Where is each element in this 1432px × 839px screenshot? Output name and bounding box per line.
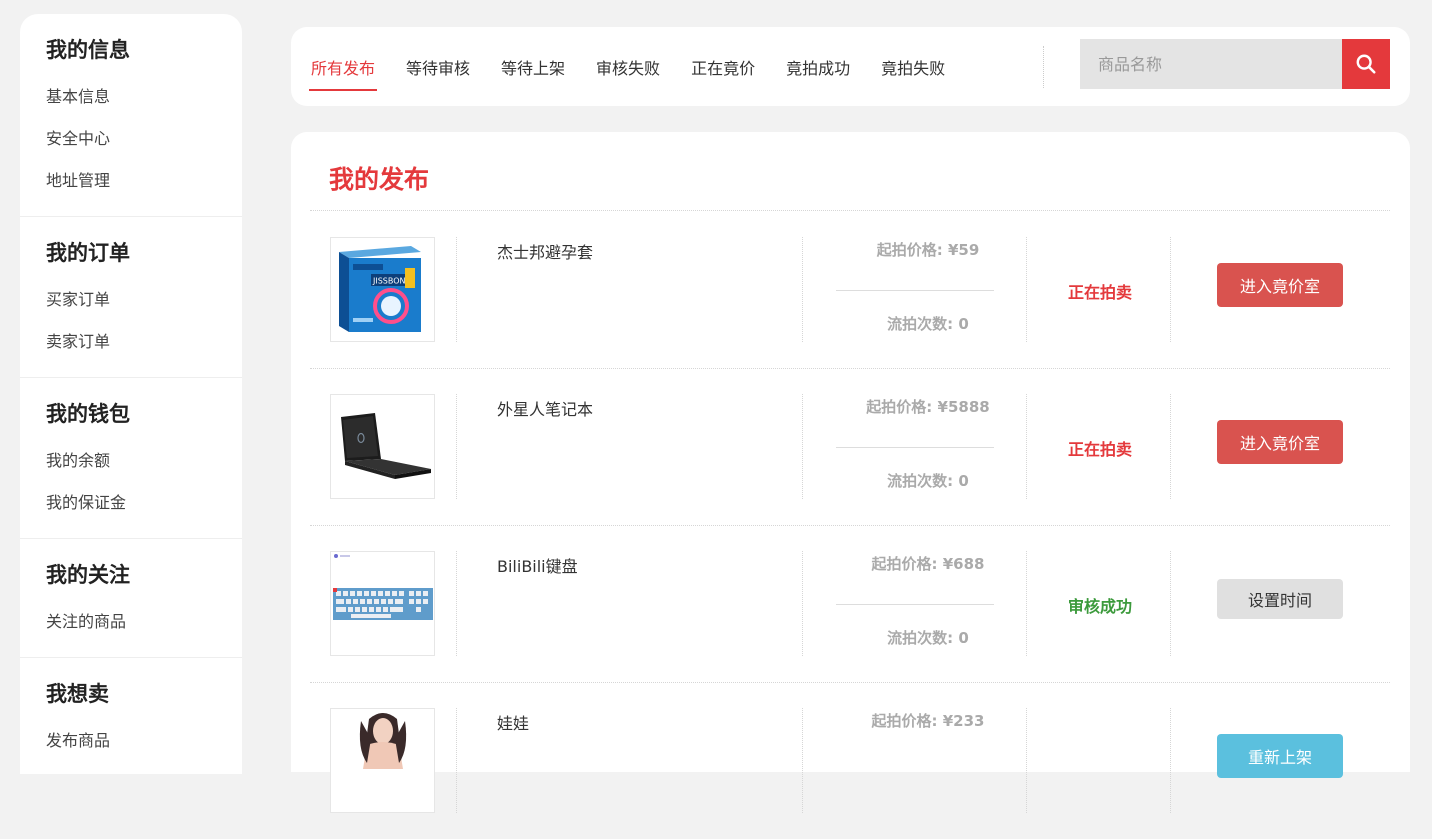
sidebar-group-orders: 我的订单 买家订单 卖家订单: [20, 217, 242, 378]
sidebar: 我的信息 基本信息 安全中心 地址管理 我的订单 买家订单 卖家订单 我的钱包 …: [20, 14, 242, 774]
search-input[interactable]: [1080, 39, 1342, 89]
tab-pending-listing[interactable]: 等待上架: [501, 51, 565, 83]
product-thumbnail[interactable]: JISSBON: [330, 237, 435, 342]
sidebar-group-title: 我的关注: [46, 563, 130, 587]
sidebar-group-title: 我想卖: [46, 682, 109, 706]
divider: [1170, 237, 1171, 342]
laptop-image: [341, 413, 431, 479]
tab-auction-failed[interactable]: 竟拍失败: [881, 51, 945, 83]
divider: [1043, 46, 1044, 88]
sidebar-group-sell: 我想卖 发布商品: [20, 658, 242, 776]
sidebar-group-title: 我的订单: [46, 241, 130, 265]
product-thumbnail[interactable]: [330, 551, 435, 656]
tab-pending-review[interactable]: 等待审核: [406, 51, 470, 83]
divider: [836, 604, 994, 605]
sidebar-item-followed-products[interactable]: 关注的商品: [46, 601, 216, 643]
tab-auction-success[interactable]: 竟拍成功: [786, 51, 850, 83]
sidebar-group-info: 我的信息 基本信息 安全中心 地址管理: [20, 14, 242, 217]
product-row: 外星人笔记本 起拍价格: ¥5888 流拍次数: 0 正在拍卖 进入竟价室: [310, 368, 1390, 526]
enter-bidding-room-button[interactable]: 进入竟价室: [1217, 263, 1343, 307]
my-publish-panel: 我的发布 JISSBON 杰士邦避孕套 起拍价格: ¥59 流拍次数: 0 正在…: [291, 132, 1410, 813]
divider: [802, 708, 803, 813]
failed-auction-count: 流拍次数: 0: [887, 629, 969, 647]
divider: [1026, 708, 1027, 813]
sidebar-item-publish-product[interactable]: 发布商品: [46, 720, 216, 762]
product-row: BiliBili键盘 起拍价格: ¥688 流拍次数: 0 审核成功 设置时间: [310, 525, 1390, 683]
divider: [802, 237, 803, 342]
divider: [1170, 708, 1171, 813]
page-title: 我的发布: [329, 165, 430, 194]
sidebar-group-title: 我的钱包: [46, 402, 130, 426]
start-price: 起拍价格: ¥59: [876, 241, 980, 259]
failed-auction-count: 流拍次数: 0: [887, 472, 969, 490]
start-price: 起拍价格: ¥688: [871, 555, 985, 573]
tab-all[interactable]: 所有发布: [308, 51, 378, 91]
search-icon: [1356, 54, 1376, 74]
set-time-button[interactable]: 设置时间: [1217, 579, 1343, 619]
product-name[interactable]: 娃娃: [497, 710, 529, 734]
enter-bidding-room-button[interactable]: 进入竟价室: [1217, 420, 1343, 464]
filter-bar: 所有发布 等待审核 等待上架 审核失败 正在竟价 竟拍成功 竟拍失败: [291, 27, 1410, 106]
divider: [456, 708, 457, 813]
divider: [456, 551, 457, 656]
tab-bidding[interactable]: 正在竟价: [691, 51, 755, 83]
product-row: JISSBON 杰士邦避孕套 起拍价格: ¥59 流拍次数: 0 正在拍卖 进入…: [310, 211, 1390, 369]
sidebar-group-follow: 我的关注 关注的商品: [20, 539, 242, 658]
svg-text:JISSBON: JISSBON: [372, 277, 406, 286]
divider: [1170, 394, 1171, 499]
divider: [802, 394, 803, 499]
status-label: 正在拍卖: [1067, 440, 1132, 459]
tab-review-failed[interactable]: 审核失败: [596, 51, 660, 83]
start-price: 起拍价格: ¥5888: [866, 398, 990, 416]
sidebar-item-balance[interactable]: 我的余额: [46, 440, 216, 482]
divider: [1170, 551, 1171, 656]
sidebar-item-seller-orders[interactable]: 卖家订单: [46, 321, 216, 363]
product-thumbnail[interactable]: [330, 708, 435, 813]
sidebar-item-buyer-orders[interactable]: 买家订单: [46, 279, 216, 321]
sidebar-item-deposit[interactable]: 我的保证金: [46, 482, 216, 524]
relist-button[interactable]: 重新上架: [1217, 734, 1343, 778]
sidebar-item-address[interactable]: 地址管理: [46, 160, 216, 202]
product-name[interactable]: 外星人笔记本: [497, 396, 593, 420]
sidebar-item-security[interactable]: 安全中心: [46, 118, 216, 160]
condom-box-image: JISSBON: [339, 246, 421, 332]
search-button[interactable]: [1342, 39, 1390, 89]
divider: [802, 551, 803, 656]
keyboard-image: [333, 554, 433, 620]
sidebar-group-title: 我的信息: [46, 38, 130, 62]
divider: [456, 237, 457, 342]
product-row: 娃娃 起拍价格: ¥233 重新上架: [310, 682, 1390, 839]
status-label: 审核成功: [1067, 597, 1132, 616]
start-price: 起拍价格: ¥233: [871, 712, 985, 730]
divider: [836, 290, 994, 291]
divider: [836, 447, 994, 448]
failed-auction-count: 流拍次数: 0: [887, 315, 969, 333]
sidebar-item-basic-info[interactable]: 基本信息: [46, 76, 216, 118]
doll-image: [359, 713, 407, 769]
sidebar-group-wallet: 我的钱包 我的余额 我的保证金: [20, 378, 242, 539]
divider: [456, 394, 457, 499]
product-thumbnail[interactable]: [330, 394, 435, 499]
status-tabs: 所有发布 等待审核 等待上架 审核失败 正在竟价 竟拍成功 竟拍失败: [308, 27, 976, 106]
product-name[interactable]: 杰士邦避孕套: [497, 239, 593, 263]
product-name[interactable]: BiliBili键盘: [497, 553, 578, 577]
status-label: 正在拍卖: [1067, 283, 1132, 302]
